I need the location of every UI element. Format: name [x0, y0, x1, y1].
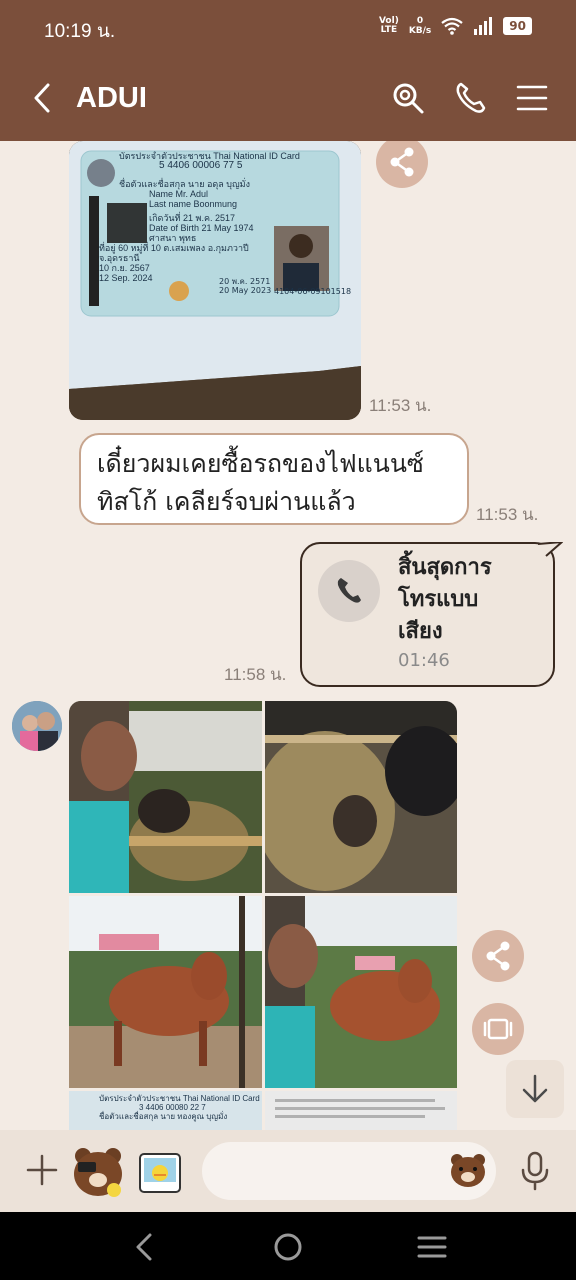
nav-back-icon[interactable] — [128, 1230, 162, 1264]
id-card-province: จ.อุดรธานี — [99, 253, 140, 263]
search-icon[interactable] — [390, 80, 426, 116]
menu-icon[interactable] — [514, 80, 550, 116]
call-ended-bubble[interactable]: สิ้นสุดการ โทรแบบ เสียง 01:46 — [300, 542, 555, 687]
share-icon — [486, 941, 510, 971]
album-button[interactable] — [472, 1003, 524, 1055]
photo-thumbnail[interactable] — [265, 896, 457, 1088]
id-card-number: 5 4406 00006 77 5 — [159, 160, 243, 171]
status-icons: Vol) LTE 0 KB/s 90 — [379, 16, 532, 36]
top-bar: 10:19 น. Vol) LTE 0 KB/s 90 ADUI — [0, 0, 576, 141]
status-time: 10:19 น. — [44, 21, 116, 42]
call-duration: 01:46 — [398, 650, 450, 671]
id-card-dob-en: Date of Birth 21 May 1974 — [149, 223, 254, 233]
chat-header: ADUI — [0, 58, 576, 141]
message-time: 11:58 น. — [224, 665, 287, 684]
microphone-icon[interactable] — [518, 1150, 552, 1192]
lte-indicator: Vol) LTE — [378, 16, 399, 35]
message-bubble[interactable]: เดี๋ยวผมเคยซื้อรถของไฟแนนซ์ ทิสโก้ เคลีย… — [79, 433, 469, 525]
id-card-last-name: Last name Boonmung — [149, 199, 238, 209]
share-icon — [390, 147, 414, 177]
avatar[interactable] — [12, 701, 62, 751]
photo-thumbnail[interactable] — [69, 701, 262, 893]
share-button[interactable] — [472, 930, 524, 982]
second-card-name: ชื่อตัวและชื่อสกุล นาย ทองคูณ บุญมั่ง — [99, 1112, 228, 1121]
photo-thumbnail[interactable] — [69, 896, 262, 1088]
chat-area[interactable]: บัตรประจำตัวประชาชน Thai National ID Car… — [0, 141, 576, 1130]
id-card-religion: ศาสนา พุทธ — [149, 233, 197, 243]
system-nav-bar — [0, 1212, 576, 1280]
phone-icon — [337, 578, 361, 603]
message-time: 11:53 น. — [476, 505, 539, 524]
id-card-photo[interactable]: บัตรประจำตัวประชาชน Thai National ID Car… — [69, 141, 361, 420]
bubble-tail — [538, 542, 563, 557]
photo-thumbnail[interactable]: บัตรประจำตัวประชาชน Thai National ID Car… — [69, 1091, 262, 1130]
scroll-down-button[interactable] — [506, 1060, 564, 1118]
chat-title: ADUI — [76, 82, 147, 114]
arrow-down-icon — [522, 1074, 548, 1103]
plus-icon[interactable] — [24, 1152, 60, 1188]
signal-icon — [474, 17, 493, 35]
bear-sticker-icon[interactable] — [70, 1142, 126, 1200]
second-card-number: 3 4406 00080 22 7 — [139, 1103, 206, 1112]
id-card-name-th: ชื่อตัวและชื่อสกุล นาย อดุล บุญมั่ง — [119, 179, 250, 189]
id-card-serial: 4104-06-09101518 — [274, 287, 352, 296]
photo-thumbnail[interactable] — [265, 701, 457, 893]
share-button[interactable] — [376, 141, 428, 188]
phone-icon[interactable] — [452, 80, 488, 116]
sticker-photo-icon[interactable] — [134, 1148, 186, 1198]
message-text-line: ทิสโก้ เคลียร์จบผ่านแล้ว — [97, 487, 356, 516]
emoji-icon[interactable] — [448, 1150, 488, 1190]
back-icon[interactable] — [28, 80, 58, 116]
id-card-issue-th: 10 ก.ย. 2567 — [99, 263, 150, 273]
battery-indicator: 90 — [503, 17, 532, 35]
call-status-text: สิ้นสุดการ โทรแบบ เสียง — [398, 555, 492, 644]
message-time: 11:53 น. — [369, 396, 432, 415]
network-speed: 0 KB/s — [408, 16, 432, 36]
id-card-name-en: Name Mr. Adul — [149, 189, 209, 199]
message-text-line: เดี๋ยวผมเคยซื้อรถของไฟแนนซ์ — [97, 449, 424, 478]
status-bar: 10:19 น. Vol) LTE 0 KB/s 90 — [0, 0, 576, 58]
photo-thumbnail[interactable] — [265, 1091, 457, 1130]
id-card-expiry-th: 20 พ.ค. 2571 — [219, 277, 271, 286]
wifi-icon — [441, 17, 463, 35]
call-icon-circle — [318, 560, 380, 622]
id-card-dob-th: เกิดวันที่ 21 พ.ค. 2517 — [149, 213, 235, 223]
input-bar — [0, 1130, 576, 1212]
nav-home-icon[interactable] — [271, 1230, 305, 1264]
id-card-address: ที่อยู่ 60 หมู่ที่ 10 ต.เสมเพลง อ.กุมภวา… — [99, 243, 249, 253]
album-icon — [483, 1018, 513, 1040]
nav-recents-icon[interactable] — [415, 1230, 449, 1264]
